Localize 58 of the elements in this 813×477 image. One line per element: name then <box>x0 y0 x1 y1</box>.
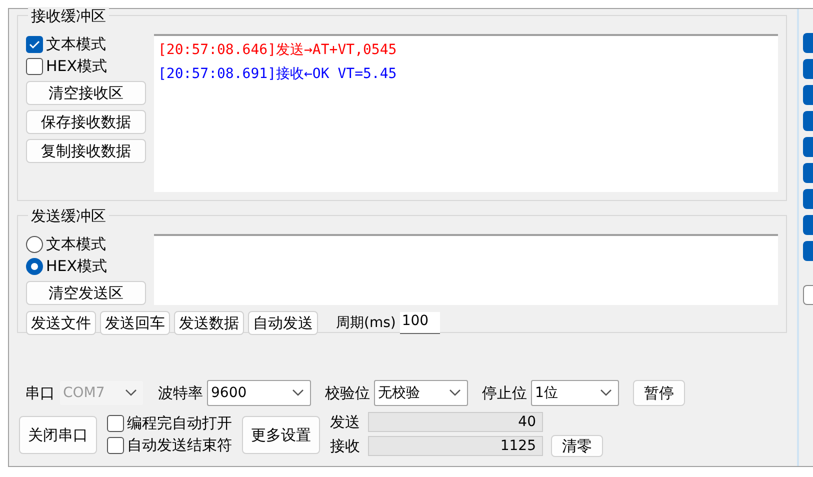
field-label: 停止位 <box>482 384 527 402</box>
checkbox[interactable] <box>803 215 813 235</box>
counter-label: 接收 <box>330 436 360 456</box>
checkmark-icon <box>29 40 40 48</box>
checkbox[interactable] <box>803 163 813 183</box>
pause-button[interactable]: 暂停 <box>633 380 685 406</box>
checkbox[interactable] <box>26 58 43 74</box>
checkbox[interactable] <box>107 437 124 454</box>
checkbox[interactable] <box>803 85 813 105</box>
period-label: 周期(ms) <box>336 314 396 332</box>
log-line: [20:57:08.646]发送→AT+VT,0545 <box>158 41 398 60</box>
chevron-down-icon <box>292 389 304 397</box>
option-label: HEX模式 <box>46 256 108 276</box>
action-button[interactable]: 自动发送 <box>248 311 318 335</box>
chevron-down-icon <box>600 389 612 397</box>
clear-send-button[interactable]: 清空发送区 <box>26 281 146 305</box>
group-title: 发送缓冲区 <box>28 207 109 225</box>
checkbox[interactable] <box>803 285 813 305</box>
receive-text-area[interactable]: [20:57:08.646]发送→AT+VT,0545 [20:57:08.691]接收←OK VT=5.45 <box>154 34 778 192</box>
dropdown[interactable]: 无校验 <box>374 380 468 406</box>
action-button[interactable]: 发送回车 <box>100 311 170 335</box>
log-line: [20:57:08.691]接收←OK VT=5.45 <box>158 65 398 84</box>
reset-button[interactable]: 清零 <box>551 435 603 457</box>
checkbox[interactable] <box>26 36 43 52</box>
checkbox[interactable] <box>803 137 813 157</box>
checkbox[interactable] <box>803 189 813 209</box>
period-input[interactable]: 100 <box>400 312 440 334</box>
action-button[interactable]: 发送数据 <box>174 311 244 335</box>
field-label: 串口 <box>25 384 55 402</box>
option-label: 自动发送结束符 <box>127 436 232 455</box>
close-port-button[interactable]: 关闭串口 <box>19 416 97 454</box>
radio-button[interactable] <box>26 258 43 274</box>
action-button[interactable]: 保存接收数据 <box>26 110 146 134</box>
group-title: 接收缓冲区 <box>28 7 109 25</box>
option-label: 编程完自动打开 <box>127 414 232 433</box>
checkbox[interactable] <box>803 59 813 79</box>
radio-button[interactable] <box>26 236 43 252</box>
checkbox[interactable] <box>107 415 124 432</box>
action-button[interactable]: 发送文件 <box>26 311 96 335</box>
option-label: 文本模式 <box>46 234 106 254</box>
checkbox[interactable] <box>803 111 813 131</box>
action-button[interactable]: 复制接收数据 <box>26 139 146 163</box>
chevron-down-icon <box>125 389 137 397</box>
send-text-area[interactable] <box>154 234 778 305</box>
chevron-down-icon <box>449 389 461 397</box>
more-settings-button[interactable]: 更多设置 <box>242 416 320 454</box>
option-label: HEX模式 <box>46 56 108 76</box>
checkbox[interactable] <box>803 241 813 261</box>
dropdown[interactable]: 1位 <box>531 380 619 406</box>
dropdown[interactable]: 9600 <box>207 380 311 406</box>
option-label: 文本模式 <box>46 34 106 54</box>
counter-value: 1125 <box>368 436 543 456</box>
action-button[interactable]: 清空接收区 <box>26 81 146 105</box>
checkbox[interactable] <box>803 33 813 53</box>
counter-label: 发送 <box>330 412 360 432</box>
field-label: 校验位 <box>325 384 370 402</box>
field-label: 波特率 <box>158 384 203 402</box>
counter-value: 40 <box>368 412 543 432</box>
